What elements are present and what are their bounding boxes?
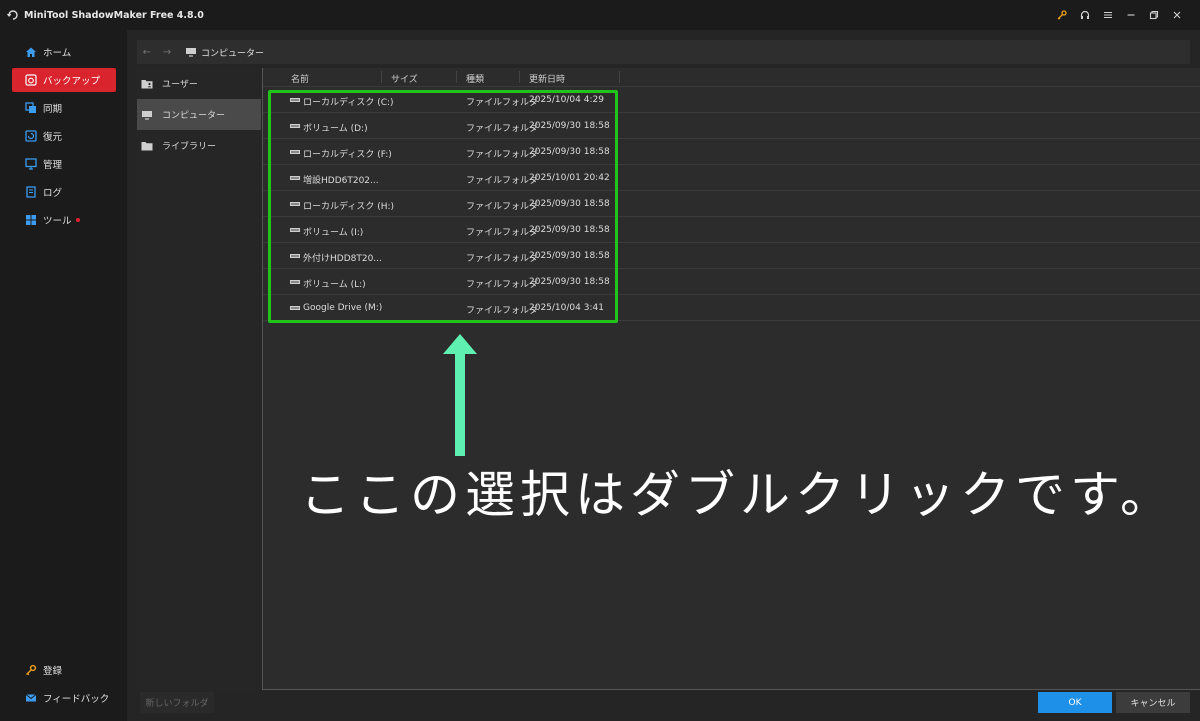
notification-dot: [75, 218, 80, 222]
column-name[interactable]: 名前: [291, 72, 309, 85]
ok-button[interactable]: OK: [1038, 692, 1112, 713]
sidebar-item-label: ホーム: [43, 48, 72, 59]
sidebar-item-manage[interactable]: 管理: [12, 152, 116, 176]
tools-icon: [25, 214, 37, 226]
cancel-button[interactable]: キャンセル: [1116, 692, 1190, 713]
sidebar-item-label: フィードバック: [43, 694, 110, 705]
tree-item-label: コンピューター: [162, 111, 226, 121]
headset-icon[interactable]: [1073, 7, 1096, 23]
address-bar: ← → コンピューター: [137, 40, 1190, 64]
column-size[interactable]: サイズ: [391, 72, 418, 85]
sidebar: ホーム バックアップ 同期 復元 管理 ログ ツール 登録 フィードバック: [0, 30, 127, 721]
user-folder-icon: [141, 79, 153, 89]
sync-icon: [25, 102, 37, 114]
close-icon[interactable]: [1165, 7, 1188, 23]
folder-icon: [141, 141, 153, 151]
sidebar-item-label: 登録: [43, 666, 63, 677]
minimize-icon[interactable]: [1119, 7, 1142, 23]
sidebar-item-register[interactable]: 登録: [12, 658, 116, 682]
breadcrumb[interactable]: コンピューター: [201, 46, 264, 59]
log-icon: [25, 186, 37, 198]
file-list-header: 名前 サイズ 種類 更新日時: [263, 68, 1200, 87]
column-type[interactable]: 種類: [466, 72, 484, 85]
folder-tree: ユーザー コンピューター ライブラリー: [137, 68, 261, 690]
home-icon: [25, 46, 37, 58]
manage-icon: [25, 158, 37, 170]
app-title: MiniTool ShadowMaker Free 4.8.0: [6, 8, 204, 22]
column-modified[interactable]: 更新日時: [529, 72, 565, 85]
tree-item-user[interactable]: ユーザー: [137, 68, 261, 99]
sidebar-item-log[interactable]: ログ: [12, 180, 116, 204]
sidebar-item-label: ログ: [43, 188, 63, 199]
sidebar-item-tools[interactable]: ツール: [12, 208, 116, 232]
sidebar-item-label: ツール: [43, 216, 72, 227]
tree-item-library[interactable]: ライブラリー: [137, 130, 261, 161]
menu-icon[interactable]: [1096, 7, 1119, 23]
selection-highlight-box: [268, 90, 618, 323]
sidebar-item-feedback[interactable]: フィードバック: [12, 686, 116, 710]
tree-item-computer[interactable]: コンピューター: [137, 99, 261, 130]
app-title-text: MiniTool ShadowMaker Free 4.8.0: [24, 9, 204, 21]
back-arrow-icon[interactable]: ←: [137, 47, 157, 58]
sidebar-item-sync[interactable]: 同期: [12, 96, 116, 120]
app-logo-icon: [6, 8, 20, 22]
sidebar-item-label: バックアップ: [43, 76, 101, 87]
tree-item-label: ユーザー: [162, 80, 198, 90]
key-icon: [25, 664, 37, 676]
restore-window-icon[interactable]: [1142, 7, 1165, 23]
sidebar-item-restore[interactable]: 復元: [12, 124, 116, 148]
sidebar-item-home[interactable]: ホーム: [12, 40, 116, 64]
computer-icon: [141, 110, 153, 120]
sidebar-item-label: 復元: [43, 132, 63, 143]
tree-item-label: ライブラリー: [162, 142, 217, 152]
title-bar: MiniTool ShadowMaker Free 4.8.0: [0, 0, 1200, 30]
backup-icon: [25, 74, 37, 86]
restore-icon: [25, 130, 37, 142]
new-folder-button[interactable]: 新しいフォルダ: [140, 692, 214, 713]
up-arrow-icon: [440, 332, 480, 461]
sidebar-item-backup[interactable]: バックアップ: [12, 68, 116, 92]
forward-arrow-icon[interactable]: →: [157, 47, 177, 58]
mail-icon: [25, 692, 37, 704]
sidebar-item-label: 管理: [43, 160, 63, 171]
computer-icon: [185, 47, 197, 57]
sidebar-item-label: 同期: [43, 104, 63, 115]
register-key-icon[interactable]: [1050, 7, 1073, 23]
annotation-text: ここの選択はダブルクリックです。: [300, 466, 1175, 524]
